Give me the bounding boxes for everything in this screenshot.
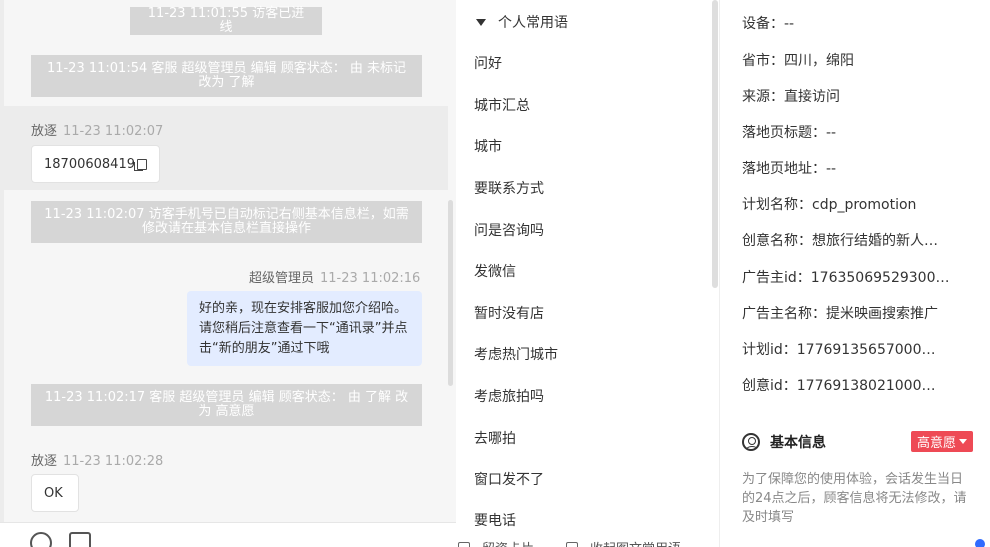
phrase-item[interactable]: 城市 <box>474 136 502 156</box>
system-notice-visitor-entered: 11-23 11:01:55 访客已进线 <box>130 7 322 35</box>
chat-panel[interactable]: 11-23 11:01:55 访客已进线 11-23 11:01:54 客服 超… <box>0 0 456 547</box>
card-icon <box>458 541 470 547</box>
collapse-phrases-button[interactable]: 收起图文常用语 <box>566 538 681 547</box>
intent-status-dropdown[interactable]: 高意愿 <box>911 431 974 452</box>
message-time: 11-23 11:02:07 <box>63 124 164 139</box>
phrase-item[interactable]: 发微信 <box>474 261 516 281</box>
system-notice-status-change-2: 11-23 11:02:17 客服 超级管理员 编辑 顾客状态： 由 了解 改为… <box>31 384 422 426</box>
lead-card-label: 留资卡片 <box>482 538 534 547</box>
intent-status-label: 高意愿 <box>917 436 957 451</box>
visitor-info-panel: 设备：-- 省市：四川，绵阳 来源：直接访问 落地页标题：-- 落地页地址：--… <box>721 0 990 547</box>
agent-message-sender: 超级管理员 11-23 11:02:16 <box>249 267 420 286</box>
phrase-item[interactable]: 要联系方式 <box>474 178 544 198</box>
info-source: 来源：直接访问 <box>742 89 840 105</box>
emoji-icon[interactable] <box>30 532 52 547</box>
image-icon[interactable] <box>69 532 91 547</box>
collapse-icon <box>566 541 578 547</box>
caret-down-icon <box>476 18 486 26</box>
info-advertiser-name: 广告主名称：提米映画搜索推广 <box>742 306 938 322</box>
collapse-phrases-label: 收起图文常用语 <box>590 538 681 547</box>
visitor-bubble-phone: 18700608419 <box>31 145 160 183</box>
phrase-group-label: 个人常用语 <box>498 15 568 31</box>
phrase-scrollbar[interactable] <box>712 0 718 288</box>
phrase-footer: 留资卡片 收起图文常用语 <box>456 530 719 547</box>
phone-text: 18700608419 <box>44 156 135 172</box>
sender-name: 放逐 <box>31 454 58 469</box>
phrase-item[interactable]: 去哪拍 <box>474 428 516 448</box>
phrase-item[interactable]: 考虑热门城市 <box>474 344 558 364</box>
caret-down-icon <box>959 439 968 444</box>
basic-info-title: 基本信息 <box>770 435 826 451</box>
sender-name: 超级管理员 <box>249 271 315 286</box>
agent-bubble: 好的亲，现在安排客服加您介绍哈。请您稍后注意查看一下“通讯录”并点击“新的朋友”… <box>187 291 422 366</box>
visitor-message-sender: 放逐 11-23 11:02:28 <box>31 450 163 469</box>
chat-left-edge <box>0 0 4 547</box>
edit-notice: 为了保障您的使用体验，会话发生当日的24点之后，顾客信息将无法修改，请及时填写 <box>742 472 967 525</box>
info-region: 省市：四川，绵阳 <box>742 53 854 69</box>
info-creative-name: 创意名称：想旅行结婚的新人看过来 <box>742 233 947 249</box>
visitor-message-block: 放逐 11-23 11:02:07 18700608419 <box>4 106 448 190</box>
phrase-item[interactable]: 问是咨询吗 <box>474 220 544 240</box>
info-advertiser-id: 广告主id：1763506952930000 <box>742 270 952 286</box>
message-sender: 放逐 11-23 11:02:07 <box>31 120 163 139</box>
visitor-bubble-ok: OK <box>31 474 79 512</box>
chat-scrollbar[interactable] <box>448 200 453 386</box>
phrase-group-header[interactable]: 个人常用语 <box>476 12 568 32</box>
phrase-item[interactable]: 城市汇总 <box>474 95 530 115</box>
sender-name: 放逐 <box>31 124 58 139</box>
info-landing-title: 落地页标题：-- <box>742 125 837 141</box>
phrase-item[interactable]: 暂时没有店 <box>474 303 544 323</box>
system-notice-phone-marked: 11-23 11:02:07 访客手机号已自动标记右侧基本信息栏，如需修改请在基… <box>31 201 422 243</box>
message-time: 11-23 11:02:16 <box>320 271 421 286</box>
phrase-item[interactable]: 考虑旅拍吗 <box>474 386 544 406</box>
copy-icon[interactable] <box>133 158 147 171</box>
phrase-item[interactable]: 要电话 <box>474 510 516 530</box>
info-plan-id: 计划id：1776913565700000 <box>742 342 937 358</box>
quick-phrases-panel: 个人常用语 问好 城市汇总 城市 要联系方式 问是咨询吗 发微信 暂时没有店 考… <box>456 0 720 547</box>
user-circle-icon <box>742 433 760 451</box>
system-notice-status-change: 11-23 11:01:54 客服 超级管理员 编辑 顾客状态： 由 未标记 改… <box>31 55 422 97</box>
info-landing-url: 落地页地址：-- <box>742 161 837 177</box>
chat-input-area[interactable] <box>0 523 456 547</box>
info-creative-id: 创意id：1776913802100000 <box>742 378 937 394</box>
lead-card-button[interactable]: 留资卡片 <box>458 538 534 547</box>
info-device: 设备：-- <box>742 16 795 32</box>
ok-text: OK <box>44 485 63 501</box>
phrase-item[interactable]: 窗口发不了 <box>474 469 544 489</box>
message-time: 11-23 11:02:28 <box>63 454 164 469</box>
info-plan-name: 计划名称：cdp_promotion <box>742 197 917 213</box>
floating-action-dot[interactable] <box>975 539 985 547</box>
phrase-item[interactable]: 问好 <box>474 53 502 73</box>
